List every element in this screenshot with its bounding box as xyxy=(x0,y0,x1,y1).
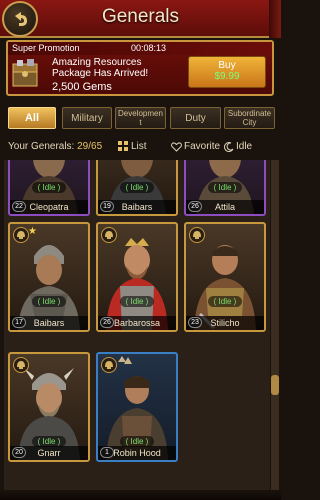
promotion-text: Amazing Resources Package Has Arrived! xyxy=(52,57,149,79)
helmet-icon xyxy=(189,227,205,243)
promotion-gems: 2,500 Gems xyxy=(52,81,112,93)
generals-count-value: 29/65 xyxy=(77,141,103,152)
buy-price: $9.99 xyxy=(214,71,240,82)
general-card[interactable]: ( Idle ) Attila 26 xyxy=(184,160,266,216)
list-view-toggle[interactable]: List xyxy=(118,141,147,152)
general-level: 17 xyxy=(12,317,26,328)
status-badge: ( Idle ) xyxy=(120,182,154,193)
tab-military[interactable]: Military xyxy=(62,107,112,129)
category-tabs: All Military Developmen t Duty Subordina… xyxy=(8,107,278,129)
promotion-banner[interactable]: Super Promotion 00:08:13 Amazing Resourc… xyxy=(6,40,274,96)
general-level: 23 xyxy=(188,317,202,328)
buy-button[interactable]: Buy $9.99 xyxy=(188,56,266,88)
idle-label: Idle xyxy=(236,141,253,152)
buy-label: Buy xyxy=(218,60,236,71)
scrollbar[interactable] xyxy=(271,160,279,500)
general-level: 22 xyxy=(12,201,26,212)
tab-development[interactable]: Developmen t xyxy=(115,107,166,129)
page-title: Generals xyxy=(101,6,180,27)
general-card[interactable]: ( Idle ) Baibars 19 xyxy=(96,160,178,216)
list-label: List xyxy=(131,141,147,152)
generals-count: Your Generals: 29/65 xyxy=(8,141,102,152)
general-level: 19 xyxy=(100,201,114,212)
header-edge-decoration xyxy=(269,0,281,38)
favorite-label: Favorite xyxy=(184,141,221,152)
status-badge: ( Idle ) xyxy=(32,182,66,193)
scroll-thumb[interactable] xyxy=(271,375,279,395)
general-level: 26 xyxy=(100,317,114,328)
helmet-icon xyxy=(101,227,117,243)
resource-chest-icon xyxy=(11,57,39,91)
star-icon: ★ xyxy=(28,226,37,237)
helmet-icon xyxy=(13,227,29,243)
bottom-edge xyxy=(0,490,281,500)
status-badge: ( Idle ) xyxy=(32,296,66,307)
general-card[interactable]: ★ ( Idle ) Baibars 17 xyxy=(8,222,90,332)
promotion-timer: 00:08:13 xyxy=(131,43,167,53)
general-level: 1 xyxy=(100,447,114,458)
general-card[interactable]: ( Idle ) Gnarr 20 xyxy=(8,352,90,462)
generals-grid: ( Idle ) Cleopatra 22 ( Idle ) Baibars 1… xyxy=(4,160,270,500)
helmet-icon xyxy=(13,357,29,373)
general-level: 26 xyxy=(188,201,202,212)
general-card[interactable]: ( Idle ) Stilicho 23 xyxy=(184,222,266,332)
status-badge: ( Idle ) xyxy=(120,296,154,307)
status-badge: ( Idle ) xyxy=(208,296,242,307)
filter-row: Your Generals: 29/65 List Favorite Idle xyxy=(0,137,281,157)
tab-all[interactable]: All xyxy=(8,107,56,129)
general-card[interactable]: ( Idle ) Barbarossa 26 xyxy=(96,222,178,332)
heart-icon xyxy=(171,141,182,152)
favorite-filter[interactable]: Favorite xyxy=(171,141,220,152)
helmet-icon xyxy=(101,357,117,373)
idle-filter[interactable]: Idle xyxy=(224,141,252,152)
general-card[interactable]: ( Idle ) Cleopatra 22 xyxy=(8,160,90,216)
header-bar: Generals xyxy=(0,0,281,38)
general-level: 20 xyxy=(12,447,26,458)
promotion-label: Super Promotion xyxy=(12,43,80,53)
generals-count-label: Your Generals: xyxy=(8,141,75,152)
tab-subordinate-city[interactable]: Subordinate City xyxy=(224,107,275,129)
grid-icon xyxy=(118,141,128,151)
status-badge: ( Idle ) xyxy=(208,182,242,193)
general-card[interactable]: ( Idle ) Robin Hood 1 xyxy=(96,352,178,462)
moon-icon xyxy=(224,141,234,152)
tab-duty[interactable]: Duty xyxy=(170,107,221,129)
